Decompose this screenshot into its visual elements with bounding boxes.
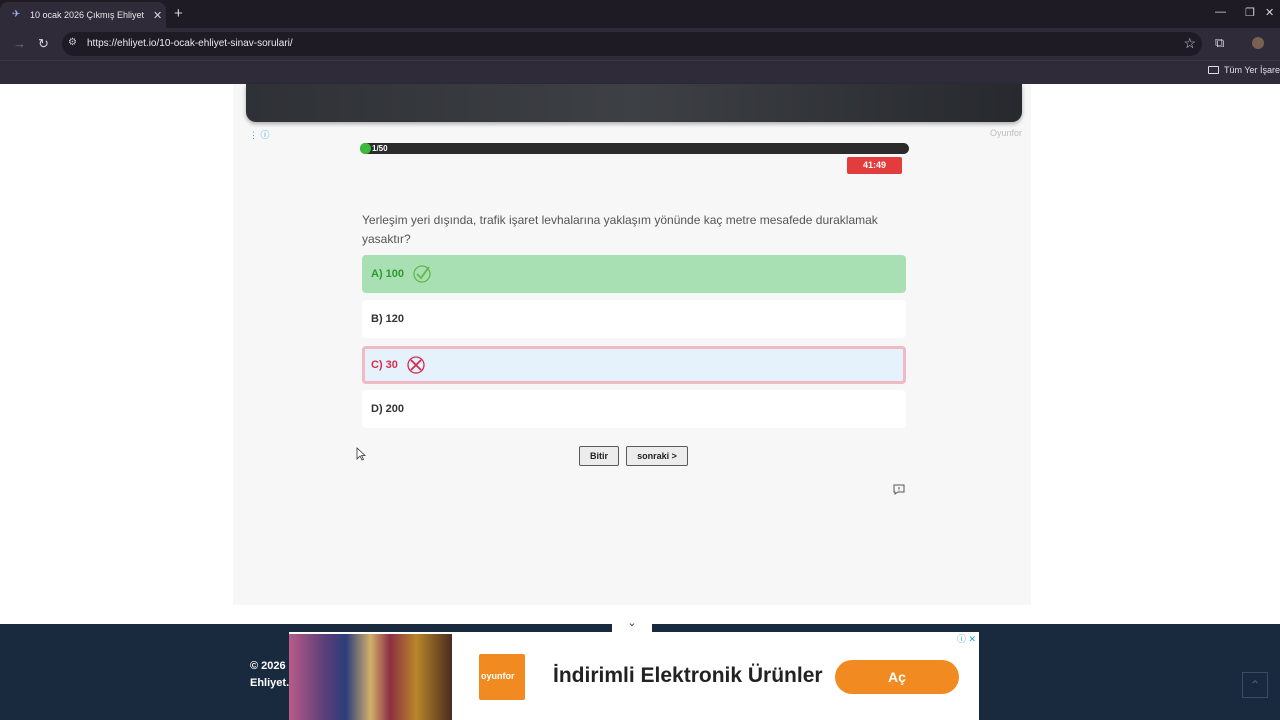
bookmarks-bar: Tüm Yer İşaretl <box>0 60 1280 84</box>
content-card <box>233 84 1031 605</box>
forward-icon[interactable]: → <box>13 36 26 51</box>
timer-badge: 41:49 <box>847 157 902 174</box>
ad-banner[interactable]: oyunfor İndirimli Elektronik Ürünler Aç … <box>289 632 979 720</box>
progress-bar: 1/50 <box>360 143 909 154</box>
arrow-up-icon[interactable]: ⌃ <box>1242 672 1268 698</box>
browser-tab[interactable]: ✈ 10 ocak 2026 Çıkmış Ehliyet Sın ✕ <box>0 2 166 28</box>
cross-icon <box>407 356 425 374</box>
question-text: Yerleşim yeri dışında, trafik işaret lev… <box>362 213 878 246</box>
answer-label: A) 100 <box>371 268 405 280</box>
video-player[interactable] <box>246 84 1022 122</box>
browser-tabbar: ✈ 10 ocak 2026 Çıkmış Ehliyet Sın ✕ + — … <box>0 0 1280 28</box>
browser-toolbar: → ↻ ⚙ https://ehliyet.io/10-ocak-ehliyet… <box>0 28 1280 60</box>
ad-logo[interactable]: oyunfor <box>479 654 525 700</box>
star-icon[interactable]: ☆ <box>1183 35 1196 52</box>
tab-title: 10 ocak 2026 Çıkmış Ehliyet Sın <box>30 10 145 20</box>
reload-icon[interactable]: ↻ <box>38 36 49 52</box>
extensions-icon[interactable]: ⧉ <box>1215 35 1224 51</box>
site-info-icon[interactable]: ⚙ <box>68 37 77 48</box>
copyright-line: © 2026 <box>250 660 286 672</box>
answer-label: C) 30 <box>371 359 398 371</box>
chevron-down-icon[interactable]: ⌄ <box>612 614 652 632</box>
next-button[interactable]: sonraki > <box>626 446 688 466</box>
info-icon[interactable]: ⋮ ⓘ <box>249 128 270 141</box>
answer-option-a[interactable]: A) 100 <box>362 255 906 293</box>
progress-fill <box>360 143 371 154</box>
ad-open-button[interactable]: Aç <box>835 660 959 694</box>
folder-icon <box>1208 66 1219 74</box>
answer-option-d[interactable]: D) 200 <box>362 390 906 428</box>
url-text[interactable]: https://ehliyet.io/10-ocak-ehliyet-sinav… <box>87 38 293 49</box>
restore-icon[interactable]: ❐ <box>1245 6 1255 19</box>
close-window-icon[interactable]: ✕ <box>1265 6 1274 19</box>
copyright-site: Ehliyet. <box>250 677 290 689</box>
address-bar[interactable]: ⚙ https://ehliyet.io/10-ocak-ehliyet-sin… <box>62 32 1202 56</box>
answer-option-c[interactable]: C) 30 <box>362 346 906 384</box>
answer-label: D) 200 <box>371 403 405 415</box>
ad-image[interactable] <box>289 634 452 720</box>
ad-headline[interactable]: İndirimli Elektronik Ürünler <box>553 664 823 688</box>
ad-logo-text: oyunfor <box>481 671 515 681</box>
bookmarks-folder-label: Tüm Yer İşaretl <box>1224 65 1280 75</box>
report-icon[interactable] <box>893 484 905 495</box>
close-icon[interactable]: ✕ <box>153 9 162 22</box>
check-icon <box>413 265 431 283</box>
minimize-icon[interactable]: — <box>1215 6 1226 18</box>
bookmarks-folder[interactable]: Tüm Yer İşaretl <box>1208 65 1280 75</box>
progress-label: 1/50 <box>372 144 388 153</box>
ad-brand[interactable]: Oyunfor <box>990 128 1022 138</box>
answer-label: B) 120 <box>371 313 405 325</box>
favicon-icon: ✈ <box>12 9 21 20</box>
page: ⋮ ⓘ Oyunfor 1/50 41:49 Yerleşim yeri dış… <box>0 84 1280 624</box>
info-icon[interactable]: ⓘ ✕ <box>957 632 976 645</box>
profile-avatar[interactable] <box>1252 37 1264 49</box>
plus-icon[interactable]: + <box>174 5 183 22</box>
mouse-cursor <box>356 447 366 461</box>
answer-option-b[interactable]: B) 120 <box>362 300 906 338</box>
finish-button[interactable]: Bitir <box>579 446 619 466</box>
footer-copyright: © 2026 Ehliyet. <box>250 658 289 692</box>
